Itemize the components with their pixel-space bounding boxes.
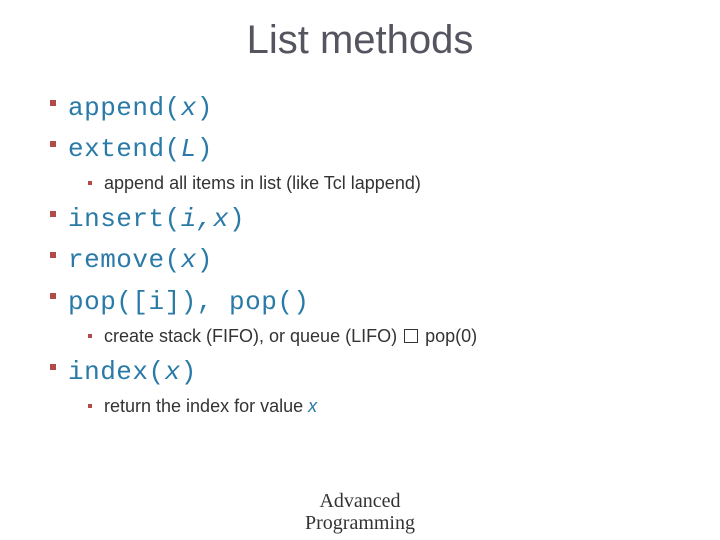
method-signature: insert(i,x) <box>68 204 245 234</box>
footer: Advanced Programming <box>0 490 720 534</box>
footer-line: Programming <box>0 512 720 534</box>
method-signature: append(x) <box>68 93 213 123</box>
method-signature: index(x) <box>68 357 197 387</box>
list-item: extend(L) append all items in list (like… <box>68 132 680 196</box>
list-item: index(x) return the index for value x <box>68 355 680 419</box>
method-signature: pop([i]), pop() <box>68 287 310 317</box>
sub-item: create stack (FIFO), or queue (LIFO) pop… <box>104 324 680 349</box>
sub-list: return the index for value x <box>68 394 680 419</box>
sub-list: create stack (FIFO), or queue (LIFO) pop… <box>68 324 680 349</box>
list-item: insert(i,x) <box>68 202 680 237</box>
sub-item: return the index for value x <box>104 394 680 419</box>
placeholder-box-icon <box>404 329 418 343</box>
method-list: append(x) extend(L) append all items in … <box>40 91 680 419</box>
sub-item: append all items in list (like Tcl lappe… <box>104 171 680 196</box>
list-item: pop([i]), pop() create stack (FIFO), or … <box>68 285 680 349</box>
list-item: append(x) <box>68 91 680 126</box>
sub-list: append all items in list (like Tcl lappe… <box>68 171 680 196</box>
slide: List methods append(x) extend(L) append … <box>0 0 720 540</box>
page-title: List methods <box>40 18 680 63</box>
list-item: remove(x) <box>68 243 680 278</box>
footer-line: Advanced <box>0 490 720 512</box>
method-signature: extend(L) <box>68 134 213 164</box>
method-signature: remove(x) <box>68 245 213 275</box>
